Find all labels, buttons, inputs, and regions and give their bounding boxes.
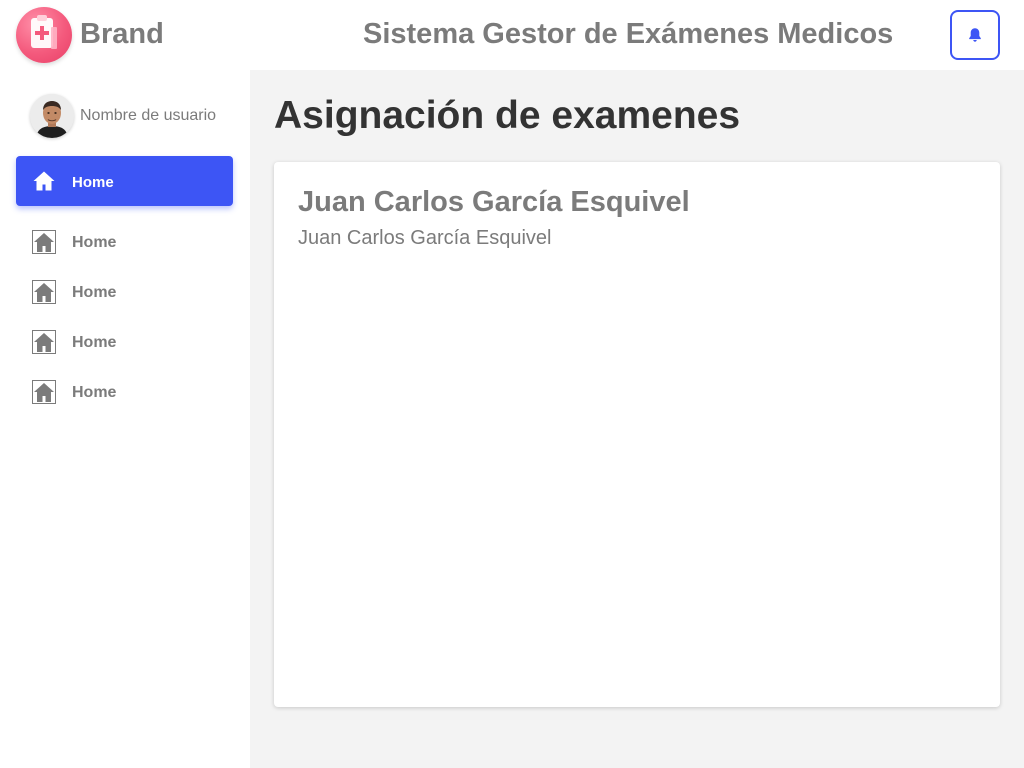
- sidebar-item-label: Home: [72, 174, 114, 191]
- clipboard-medical-icon[interactable]: [16, 7, 72, 63]
- brand-name[interactable]: Brand: [80, 18, 164, 51]
- home-icon: [33, 171, 55, 191]
- home-icon: [32, 280, 56, 304]
- sidebar-item-label: Home: [72, 334, 117, 351]
- patient-card: Juan Carlos García Esquivel Juan Carlos …: [274, 162, 1000, 707]
- app-title: Sistema Gestor de Exámenes Medicos: [363, 18, 894, 50]
- home-icon: [32, 230, 56, 254]
- patient-name: Juan Carlos García Esquivel: [298, 186, 690, 218]
- patient-subtitle: Juan Carlos García Esquivel: [298, 227, 552, 249]
- sidebar-item-home-5[interactable]: Home: [16, 367, 233, 417]
- avatar[interactable]: [30, 94, 74, 138]
- sidebar-item-label: Home: [72, 284, 117, 301]
- bell-icon: [969, 28, 981, 42]
- sidebar-item-label: Home: [72, 234, 117, 251]
- user-name: Nombre de usuario: [80, 107, 217, 124]
- sidebar: Nombre de usuario Home Home Home Home Ho…: [0, 70, 250, 768]
- home-icon: [32, 380, 56, 404]
- page-title: Asignación de examenes: [274, 94, 741, 137]
- notifications-button[interactable]: [950, 10, 1000, 60]
- home-icon: [32, 330, 56, 354]
- sidebar-item-home[interactable]: Home: [16, 156, 233, 206]
- sidebar-item-home-2[interactable]: Home: [16, 217, 233, 267]
- sidebar-item-home-3[interactable]: Home: [16, 267, 233, 317]
- sidebar-item-label: Home: [72, 384, 117, 401]
- sidebar-item-home-4[interactable]: Home: [16, 317, 233, 367]
- user-profile[interactable]: Nombre de usuario: [30, 94, 240, 138]
- top-bar: Brand Sistema Gestor de Exámenes Medicos: [0, 0, 1024, 70]
